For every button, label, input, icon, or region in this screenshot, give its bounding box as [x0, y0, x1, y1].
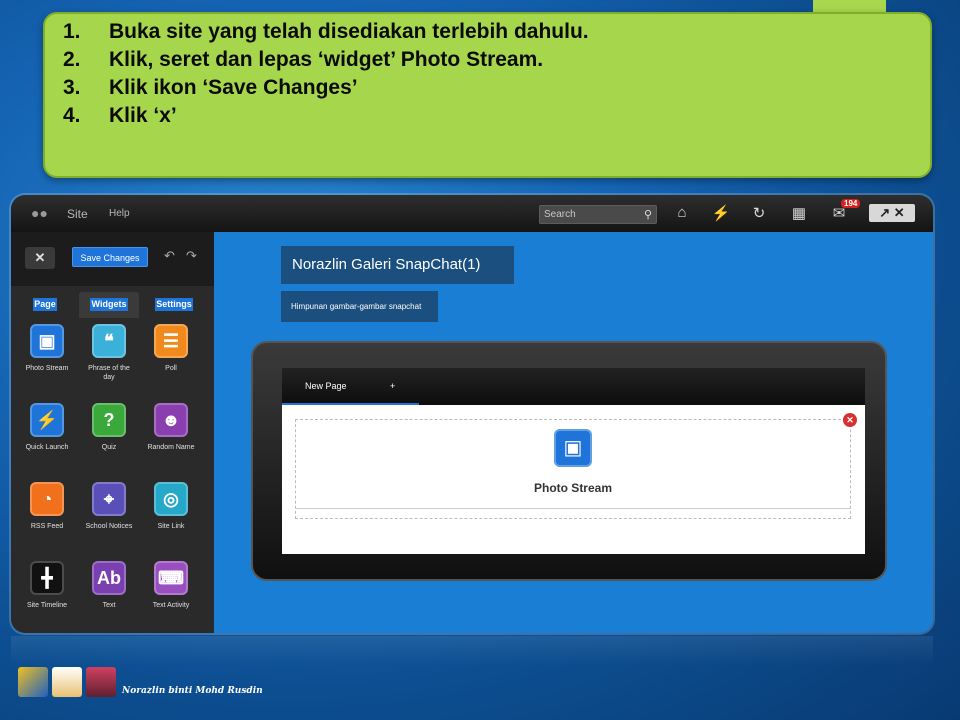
author-photo [86, 667, 116, 697]
quick-launch-icon[interactable]: ⚡ [711, 204, 731, 222]
widget-label: Site Timeline [26, 602, 68, 609]
widget-tile[interactable]: ☰ Poll [145, 324, 197, 373]
site-menu[interactable]: Site [67, 207, 88, 221]
drop-divider [296, 508, 850, 509]
instruction-item: 3. Klik ikon ‘Save Changes’ [63, 76, 358, 99]
tab-settings[interactable]: Settings [155, 298, 193, 311]
sidebar-toolbar: ✕ Save Changes ↶ ↷ [11, 232, 214, 286]
widget-label: Poll [165, 365, 177, 372]
photo-stream-label: Photo Stream [533, 481, 612, 495]
poll-icon: ☰ [154, 324, 188, 358]
notification-badge: 194 [841, 199, 861, 208]
add-page-button[interactable]: + [390, 368, 395, 405]
widget-tile[interactable]: ⌖ School Notices [83, 482, 135, 531]
widget-tile[interactable]: ▣ Photo Stream [21, 324, 73, 373]
widget-label: Photo Stream [25, 365, 69, 372]
page-tab-bar: New Page + [282, 368, 865, 405]
random-name-icon: ☻ [154, 403, 188, 437]
widget-label: Site Link [157, 523, 185, 530]
widget-tile[interactable]: ☻ Random Name [145, 403, 197, 452]
widget-label: Random Name [147, 444, 195, 451]
footer-logos [18, 667, 116, 697]
crest-logo-icon [52, 667, 82, 697]
widget-tile[interactable]: ? Quiz [83, 403, 135, 452]
exit-edit-button[interactable]: ↗ ✕ [869, 204, 915, 222]
globe-icon: ◎ [154, 482, 188, 516]
sitemap-icon[interactable]: ▦ [789, 204, 809, 222]
keyboard-icon: ⌨ [154, 561, 188, 595]
widget-label: Quiz [101, 444, 117, 451]
undo-icon[interactable]: ↶ [164, 248, 175, 264]
save-changes-button[interactable]: Save Changes [72, 247, 148, 267]
widget-tile[interactable]: ◎ Site Link [145, 482, 197, 531]
school-logo-icon [18, 667, 48, 697]
tab-new-page[interactable]: New Page [282, 368, 419, 405]
reflection [11, 636, 933, 666]
widget-tile[interactable]: ◔ RSS Feed [21, 482, 73, 531]
quiz-icon: ? [92, 403, 126, 437]
page-title[interactable]: Norazlin Galeri SnapChat(1) [281, 246, 514, 284]
close-button[interactable]: ✕ [25, 247, 55, 269]
search-input[interactable]: Search ⚲ [539, 205, 657, 224]
widget-tile[interactable]: ⌨ Text Activity [145, 561, 197, 610]
instruction-box: 1. Buka site yang telah disediakan terleb… [43, 12, 932, 178]
widget-label: Quick Launch [25, 444, 69, 451]
phrase-icon: ❝ [92, 324, 126, 358]
top-bar: ●● Site Help Search ⚲ ⌂ ⚡ ↻ ▦ ✉ 194 ↗ ✕ [11, 195, 933, 232]
author-name: Norazlin binti Mohd Rusdin [122, 686, 263, 696]
search-icon[interactable]: ⚲ [644, 208, 652, 221]
quick-launch-icon: ⚡ [30, 403, 64, 437]
photo-stream-icon: ▣ [554, 429, 592, 467]
help-link[interactable]: Help [109, 208, 130, 219]
widget-label: RSS Feed [30, 523, 64, 530]
pin-icon: ⌖ [92, 482, 126, 516]
tab-page[interactable]: Page [33, 298, 57, 311]
widget-tile[interactable]: ╋ Site Timeline [21, 561, 73, 610]
instruction-list: 1. Buka site yang telah disediakan terleb… [45, 14, 930, 130]
rss-icon: ◔ [30, 482, 64, 516]
refresh-icon[interactable]: ↻ [749, 204, 769, 222]
widget-label: Text Activity [152, 602, 190, 609]
widget-sidebar: ✕ Save Changes ↶ ↷ Page Widgets Settings… [11, 232, 214, 633]
text-icon: Ab [92, 561, 126, 595]
widget-label: Phrase of the day [88, 365, 130, 381]
instruction-item: 4. Klik ‘x’ [63, 104, 177, 127]
app-logo-icon[interactable]: ●● [31, 205, 49, 221]
photo-stream-icon: ▣ [30, 324, 64, 358]
widget-tile[interactable]: ⚡ Quick Launch [21, 403, 73, 452]
page-subtitle[interactable]: Himpunan gambar-gambar snapchat [281, 291, 438, 322]
home-icon[interactable]: ⌂ [672, 204, 692, 221]
instruction-item: 1. Buka site yang telah disediakan terleb… [63, 20, 589, 43]
page-canvas: New Page + ▣ Photo Stream [282, 368, 865, 554]
remove-widget-button[interactable]: ✕ [843, 413, 857, 427]
search-placeholder: Search [544, 209, 576, 220]
widget-tile[interactable]: ❝ Phrase of the day [83, 324, 135, 382]
timeline-icon: ╋ [30, 561, 64, 595]
instruction-item: 2. Klik, seret dan lepas ‘widget’ Photo S… [63, 48, 544, 71]
widget-tile[interactable]: Ab Text [83, 561, 135, 610]
app-screenshot: ●● Site Help Search ⚲ ⌂ ⚡ ↻ ▦ ✉ 194 ↗ ✕ … [11, 195, 933, 633]
redo-icon[interactable]: ↷ [186, 248, 197, 264]
widget-label: Text [102, 602, 116, 609]
widget-label: School Notices [85, 523, 133, 530]
tab-widgets[interactable]: Widgets [90, 298, 128, 311]
sidebar-tabs: Page Widgets Settings [11, 292, 214, 318]
widget-drop-area[interactable]: ▣ Photo Stream [295, 419, 851, 519]
